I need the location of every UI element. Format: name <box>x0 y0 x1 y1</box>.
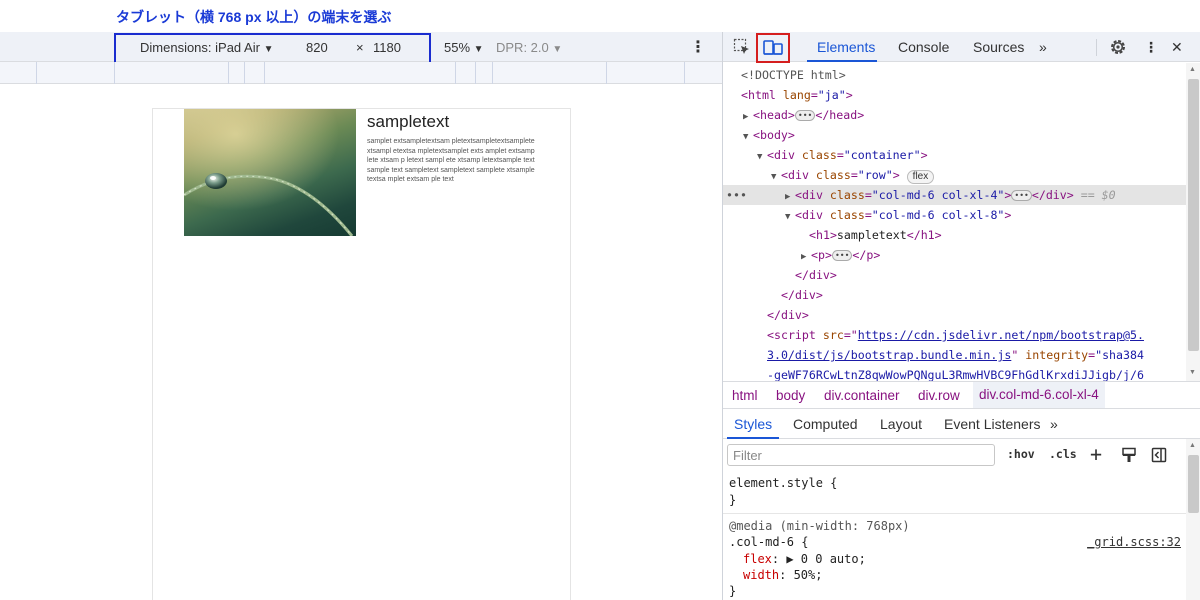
site-heading: sampletext <box>367 112 450 131</box>
elements-tree: <!DOCTYPE html> <html lang="ja"> ▶ <head>… <box>723 63 1186 381</box>
dom-node-script-cont[interactable]: 3.0/dist/js/bootstrap.bundle.min.js" int… <box>767 345 1144 365</box>
dom-node-p[interactable]: ▶ <p> ••• </p> <box>801 245 880 265</box>
tab-layout[interactable]: Layout <box>880 416 922 432</box>
dom-node-col-xl-8[interactable]: ▼ <div class="col-md-6 col-xl-8"> <box>785 205 1011 225</box>
close-icon[interactable]: ✕ <box>1171 39 1183 56</box>
rule-close-brace: } <box>729 584 737 598</box>
sidebar-toggle-icon[interactable] <box>1148 444 1170 466</box>
dom-node-html[interactable]: <html lang="ja"> <box>741 85 853 105</box>
tab-event-listeners[interactable]: Event Listeners <box>944 416 1041 432</box>
rule-close-brace: } <box>729 493 737 507</box>
breadcrumb-body[interactable]: body <box>776 388 805 403</box>
tab-elements[interactable]: Elements <box>817 39 875 55</box>
dom-node-head[interactable]: ▶ <head> ••• </head> <box>743 105 864 125</box>
styles-rules-list: element.style { } @media (min-width: 768… <box>723 471 1186 600</box>
dpr-label: DPR: 2.0 <box>496 40 549 55</box>
dom-node-col-xl-4-selected[interactable]: ••• ▶ <div class="col-md-6 col-xl-4"> ••• </… <box>723 185 1186 205</box>
scrollbar-thumb[interactable] <box>1188 79 1199 351</box>
collapse-triangle-icon[interactable]: ▼ <box>743 127 753 147</box>
breadcrumb: html body div.container div.row div.col-… <box>723 381 1200 409</box>
toolbar-divider <box>1096 39 1097 56</box>
breadcrumb-container[interactable]: div.container <box>824 388 900 403</box>
active-tab-indicator <box>807 60 877 62</box>
dom-node-script[interactable]: <script src="https://cdn.jsdelivr.net/np… <box>767 325 1144 345</box>
tab-computed[interactable]: Computed <box>793 416 858 432</box>
expand-triangle-icon[interactable]: ▶ <box>743 107 753 127</box>
styles-subtabs: Styles Computed Layout Event Listeners » <box>723 409 1200 439</box>
tab-styles[interactable]: Styles <box>734 416 772 432</box>
class-toggle[interactable]: .cls <box>1049 447 1077 461</box>
script-src-link[interactable]: https://cdn.jsdelivr.net/npm/bootstrap@5… <box>858 328 1144 342</box>
more-options-icon[interactable]: ⋮ <box>690 37 706 57</box>
viewport-canvas: sampletext samplet extsampletextsam plet… <box>0 84 722 600</box>
expand-triangle-icon[interactable]: ▶ <box>801 247 811 267</box>
dpr-select[interactable]: DPR: 2.0 ▼ <box>496 40 562 55</box>
dimensions-highlight-box <box>114 33 431 64</box>
inspect-element-icon[interactable] <box>731 36 753 58</box>
elements-scrollbar[interactable]: ▲ ▼ <box>1186 63 1200 381</box>
dom-node-close-div[interactable]: </div> <box>795 265 837 285</box>
more-subtabs-icon[interactable]: » <box>1050 416 1058 432</box>
hover-state-toggle[interactable]: :hov <box>1007 447 1035 461</box>
dom-node-container[interactable]: ▼ <div class="container"> <box>757 145 928 165</box>
site-paragraph: samplet extsampletextsam pletextsamplete… <box>367 138 535 184</box>
add-rule-icon[interactable]: + <box>1090 442 1102 466</box>
breadcrumb-html[interactable]: html <box>732 388 758 403</box>
expand-triangle-icon[interactable]: ▶ <box>785 187 795 207</box>
node-options-icon[interactable]: ••• <box>723 185 785 205</box>
dom-node-script-cont[interactable]: -geWF76RCwLtnZ8qwWowPQNguL3RmwHVBC9FhGdl… <box>767 365 1144 381</box>
zoom-label: 55% <box>444 40 471 55</box>
zoom-select[interactable]: 55% ▼ <box>444 40 484 55</box>
media-query-ruler <box>0 62 722 84</box>
collapse-triangle-icon[interactable]: ▼ <box>757 147 767 167</box>
tab-sources[interactable]: Sources <box>973 39 1024 55</box>
emulated-device-screen: sampletext samplet extsampletextsam plet… <box>152 108 571 600</box>
more-tabs-icon[interactable]: » <box>1039 39 1047 55</box>
paint-brush-icon[interactable] <box>1118 444 1140 466</box>
styles-filter-input[interactable] <box>727 444 995 466</box>
rule-divider <box>723 513 1186 514</box>
dom-node-body[interactable]: ▼ <body> <box>743 125 795 145</box>
styles-scrollbar[interactable]: ▲ <box>1186 439 1200 600</box>
scrollbar-thumb[interactable] <box>1188 455 1199 513</box>
media-query-label: @media (min-width: 768px) <box>729 519 910 533</box>
more-options-icon[interactable]: ⋮ <box>1144 39 1158 56</box>
device-toggle-highlight-box <box>756 33 790 63</box>
collapse-triangle-icon[interactable]: ▼ <box>785 207 795 227</box>
flex-badge[interactable]: flex <box>906 170 935 184</box>
width-declaration[interactable]: width: 50%; <box>743 567 822 583</box>
ellipsis-icon[interactable]: ••• <box>794 110 816 121</box>
col-md-6-rule-selector[interactable]: .col-md-6 { _grid.scss:32 <box>729 534 1181 550</box>
script-src-link[interactable]: 3.0/dist/js/bootstrap.bundle.min.js <box>767 348 1011 362</box>
tab-console[interactable]: Console <box>898 39 949 55</box>
dom-node-h1[interactable]: <h1>sampletext</h1> <box>809 225 942 245</box>
chevron-down-icon: ▼ <box>552 44 563 55</box>
water-droplet-image <box>184 109 356 236</box>
dom-node-doctype[interactable]: <!DOCTYPE html> <box>741 65 846 85</box>
dom-node-close-div[interactable]: </div> <box>781 285 823 305</box>
styles-filter-bar: :hov .cls + <box>723 439 1186 471</box>
settings-gear-icon[interactable] <box>1107 36 1129 58</box>
ellipsis-icon[interactable]: ••• <box>831 250 853 261</box>
element-style-rule[interactable]: element.style { <box>729 475 837 491</box>
dom-node-close-div[interactable]: </div> <box>767 305 809 325</box>
grid-scss-source-link[interactable]: _grid.scss:32 <box>1087 534 1181 550</box>
annotation-caption: タブレット（横 768 px 以上）の端末を選ぶ <box>116 9 392 25</box>
breadcrumb-col[interactable]: div.col-md-6.col-xl-4 <box>973 382 1105 408</box>
chevron-down-icon: ▼ <box>473 44 484 55</box>
ellipsis-icon[interactable]: ••• <box>1011 190 1032 201</box>
dom-node-row[interactable]: ▼ <div class="row"> flex <box>771 165 935 187</box>
flex-declaration[interactable]: flex: ▶ 0 0 auto; <box>743 551 866 567</box>
collapse-triangle-icon[interactable]: ▼ <box>771 167 781 187</box>
devtools-topbar: Elements Console Sources » ⋮ ✕ <box>723 32 1200 63</box>
device-emulation-pane: Dimensions: iPad Air ▼ 820 × 1180 55% ▼ … <box>0 32 722 600</box>
breadcrumb-row[interactable]: div.row <box>918 388 960 403</box>
devtools-panel: Elements Console Sources » ⋮ ✕ <!DOCTYPE… <box>722 32 1200 600</box>
